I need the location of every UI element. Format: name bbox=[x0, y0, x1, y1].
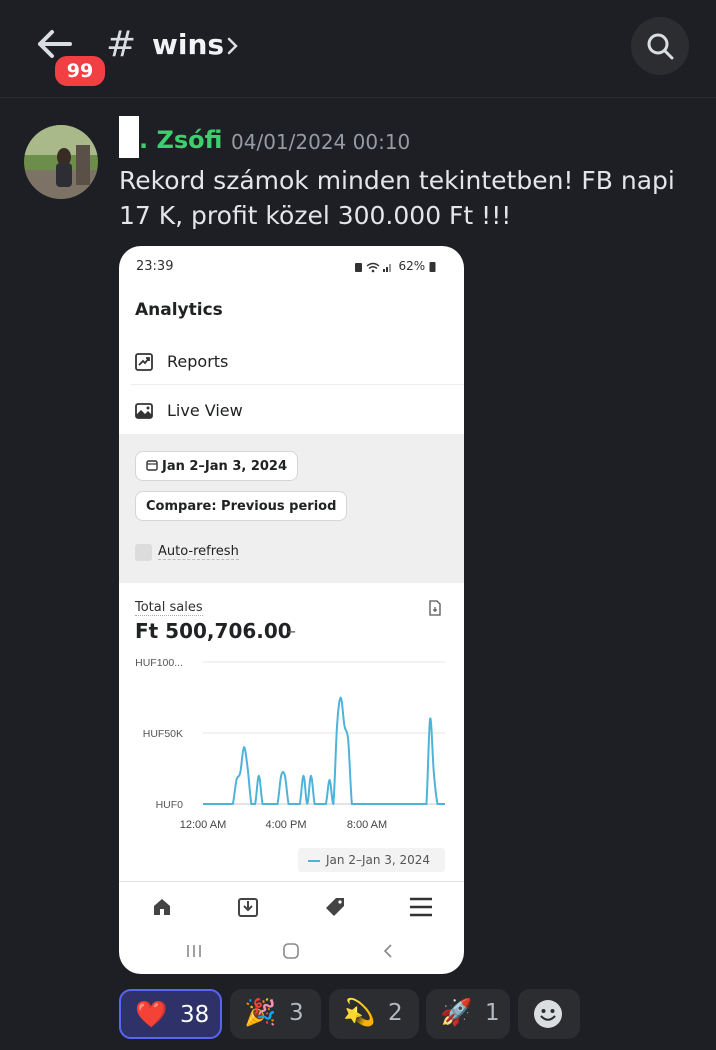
reaction-count: 2 bbox=[388, 1000, 403, 1026]
nav-item-label: Reports bbox=[167, 352, 229, 371]
total-sales-change: – bbox=[287, 621, 296, 642]
message-timestamp: 04/01/2024 00:10 bbox=[231, 130, 411, 154]
reaction-dizzy[interactable]: 💫 2 bbox=[329, 989, 419, 1039]
hash-icon: # bbox=[106, 24, 137, 65]
products-icon[interactable] bbox=[324, 896, 346, 918]
redacted-name bbox=[119, 116, 139, 158]
analytics-title: Analytics bbox=[135, 300, 223, 320]
heart-icon: ❤️ bbox=[135, 1000, 168, 1030]
chart-legend: Jan 2–Jan 3, 2024 bbox=[298, 848, 445, 872]
nav-item-label: Live View bbox=[167, 401, 243, 420]
export-icon[interactable] bbox=[428, 600, 442, 616]
rocket-icon: 🚀 bbox=[440, 998, 473, 1028]
party-popper-icon: 🎉 bbox=[244, 998, 277, 1028]
filters-panel: Jan 2–Jan 3, 2024 Compare: Previous peri… bbox=[119, 434, 464, 583]
series-line bbox=[202, 696, 445, 806]
total-sales-label[interactable]: Total sales bbox=[135, 600, 203, 616]
auto-refresh-label: Auto-refresh bbox=[158, 544, 239, 560]
phone-battery: 62% bbox=[398, 259, 426, 273]
date-range-label: Jan 2–Jan 3, 2024 bbox=[162, 459, 288, 474]
total-sales-value: Ft 500,706.00 bbox=[135, 619, 292, 643]
auto-refresh-checkbox[interactable] bbox=[135, 544, 152, 561]
message-text: Rekord számok minden tekintetben! FB nap… bbox=[119, 166, 675, 230]
y-tick-label: HUF50K bbox=[143, 728, 183, 740]
unread-badge: 99 bbox=[52, 53, 108, 89]
home-icon[interactable] bbox=[151, 896, 173, 918]
channel-header: 99 # wins bbox=[0, 0, 716, 98]
x-tick-label: 12:00 AM bbox=[180, 819, 226, 831]
reaction-count: 3 bbox=[289, 1000, 304, 1026]
dizzy-icon: 💫 bbox=[343, 998, 376, 1028]
nav-back-icon[interactable] bbox=[381, 943, 395, 959]
phone-status-icons: 62% bbox=[354, 259, 436, 273]
compare-button[interactable]: Compare: Previous period bbox=[135, 491, 348, 521]
nav-item-reports[interactable]: Reports bbox=[119, 340, 464, 384]
date-range-button[interactable]: Jan 2–Jan 3, 2024 bbox=[135, 451, 299, 481]
smiley-icon bbox=[534, 1000, 562, 1028]
author-name[interactable]: . Zsófi bbox=[139, 126, 222, 154]
channel-name[interactable]: wins bbox=[152, 28, 224, 61]
phone-time: 23:39 bbox=[136, 259, 174, 274]
avatar-image bbox=[24, 125, 98, 199]
nav-item-live-view[interactable]: Live View bbox=[119, 389, 464, 433]
reaction-count: 1 bbox=[485, 1000, 500, 1026]
signal-icon bbox=[354, 262, 391, 272]
home-circle-icon[interactable] bbox=[282, 943, 300, 959]
y-tick-label: HUF0 bbox=[156, 799, 184, 811]
reaction-rocket[interactable]: 🚀 1 bbox=[426, 989, 510, 1039]
search-icon bbox=[647, 33, 674, 60]
reaction-party[interactable]: 🎉 3 bbox=[230, 989, 321, 1039]
reaction-heart[interactable]: ❤️ 38 bbox=[119, 989, 222, 1039]
x-tick-label: 8:00 AM bbox=[347, 819, 387, 831]
chevron-right-icon[interactable] bbox=[226, 36, 240, 56]
avatar[interactable] bbox=[24, 125, 98, 199]
legend-swatch bbox=[308, 859, 320, 862]
search-button[interactable] bbox=[631, 17, 689, 75]
reports-icon bbox=[135, 353, 153, 371]
y-tick-label: HUF100... bbox=[135, 657, 183, 669]
calendar-icon bbox=[146, 460, 158, 471]
menu-icon[interactable] bbox=[409, 896, 433, 918]
recent-apps-icon[interactable] bbox=[185, 943, 203, 959]
add-reaction-button[interactable] bbox=[518, 989, 580, 1039]
orders-icon[interactable] bbox=[237, 896, 259, 918]
divider bbox=[131, 384, 464, 385]
attachment-screenshot[interactable]: 23:39 62% Analytics Reports Live View Ja… bbox=[119, 246, 464, 974]
sales-chart: HUF0 HUF50K HUF100... 12:00 AM 4:00 PM 8:00 A… bbox=[135, 657, 445, 831]
divider bbox=[119, 881, 464, 882]
reaction-count: 38 bbox=[180, 1002, 210, 1028]
live-view-icon bbox=[135, 403, 153, 419]
legend-label: Jan 2–Jan 3, 2024 bbox=[326, 853, 431, 867]
x-tick-label: 4:00 PM bbox=[266, 819, 307, 831]
battery-icon bbox=[429, 262, 436, 272]
